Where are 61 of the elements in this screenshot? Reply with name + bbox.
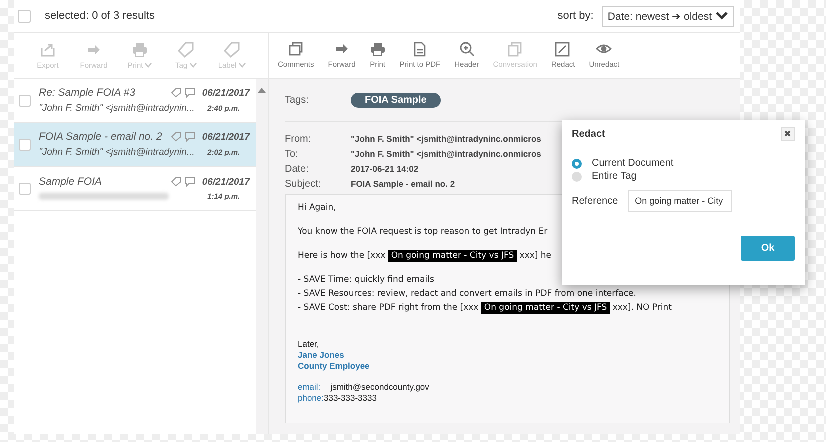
email-address: jsmith@secondcounty.gov bbox=[330, 382, 430, 392]
email-subject: Sample FOIA bbox=[39, 176, 104, 188]
email-checkbox[interactable] bbox=[19, 182, 31, 194]
email-subject: FOIA Sample - email no. 2 bbox=[39, 131, 164, 143]
body-line: - SAVE Resources: review, redact and convert emails in PDF from one interface. bbox=[298, 289, 638, 299]
tag-icon bbox=[171, 132, 182, 142]
tag-pill[interactable]: FOIA Sample bbox=[351, 92, 441, 108]
radio-label: Current Document bbox=[592, 158, 674, 169]
email-sender: "John F. Smith" <jsmith@intradynin... bbox=[39, 147, 195, 158]
field-label: To: bbox=[285, 149, 300, 160]
reference-label: Reference bbox=[572, 196, 618, 206]
body-line: - SAVE Time: quickly find emails bbox=[298, 275, 436, 285]
email-sender: "John F. Smith" <jsmith@intradynin... bbox=[39, 103, 195, 114]
close-button[interactable]: ✖ bbox=[781, 127, 795, 141]
email-date: 06/21/2017 bbox=[202, 88, 250, 98]
email-checkbox[interactable] bbox=[19, 138, 31, 150]
email-checkbox[interactable] bbox=[19, 94, 31, 106]
zoom-icon bbox=[458, 42, 475, 57]
ok-button[interactable]: Ok bbox=[741, 236, 795, 261]
document-icon bbox=[412, 42, 428, 57]
body-paragraph: You know the FOIA request is top reason to get Intradyn Er bbox=[298, 227, 549, 237]
phone-label: phone: bbox=[298, 393, 324, 403]
signature-title: County Employee bbox=[298, 361, 371, 371]
radio-label: Entire Tag bbox=[592, 171, 637, 182]
sort-dropdown[interactable]: Date: newest ➔ oldest bbox=[602, 6, 734, 26]
select-all-checkbox[interactable] bbox=[18, 10, 31, 22]
sort-label: sort by: bbox=[558, 10, 594, 22]
scroll-up-icon[interactable] bbox=[258, 87, 266, 93]
tag-icon bbox=[171, 177, 182, 187]
field-label: Date: bbox=[285, 164, 310, 175]
field-value: FOIA Sample - email no. 2 bbox=[351, 179, 456, 190]
field-value: 2017-06-21 14:02 bbox=[351, 164, 419, 175]
tag-icon bbox=[177, 42, 195, 58]
phone-number: 333-333-3333 bbox=[324, 393, 377, 403]
chevron-down-icon bbox=[716, 12, 728, 20]
radio-button[interactable] bbox=[572, 158, 582, 168]
field-label: From: bbox=[285, 134, 312, 145]
reference-field[interactable]: On going matter - City bbox=[628, 190, 732, 212]
signature-closing: Later, bbox=[298, 339, 320, 349]
tag-icon bbox=[223, 42, 241, 58]
email-subject: Re: Sample FOIA #3 bbox=[39, 87, 136, 99]
signature-name: Jane Jones bbox=[298, 350, 346, 360]
arrow-icon bbox=[334, 42, 350, 57]
email-label: email: bbox=[298, 382, 321, 392]
field-value: "John F. Smith" <jsmith@intradyninc.onmicros bbox=[351, 134, 542, 145]
email-date: 06/21/2017 bbox=[202, 132, 250, 142]
field-value: "John F. Smith" <jsmith@intradyninc.onmicros bbox=[351, 149, 542, 160]
edit-icon bbox=[555, 42, 572, 57]
pages-icon bbox=[507, 42, 524, 57]
printer-icon bbox=[370, 42, 386, 57]
field-label: Subject: bbox=[285, 179, 322, 190]
dialog-title: Redact bbox=[572, 128, 606, 140]
body-paragraph: Hi Again, bbox=[298, 203, 338, 213]
tag-icon bbox=[171, 88, 182, 98]
email-date: 06/21/2017 bbox=[202, 176, 250, 188]
body-line: - SAVE Cost: share PDF right from the [xxx On going matter - City vs JFS xxx]. NO Print bbox=[298, 303, 673, 313]
radio-button[interactable] bbox=[572, 172, 582, 182]
export-icon bbox=[39, 42, 57, 58]
selection-count: selected: 0 of 3 results bbox=[45, 10, 156, 22]
printer-icon bbox=[131, 42, 149, 58]
tags-label: Tags: bbox=[285, 94, 310, 106]
